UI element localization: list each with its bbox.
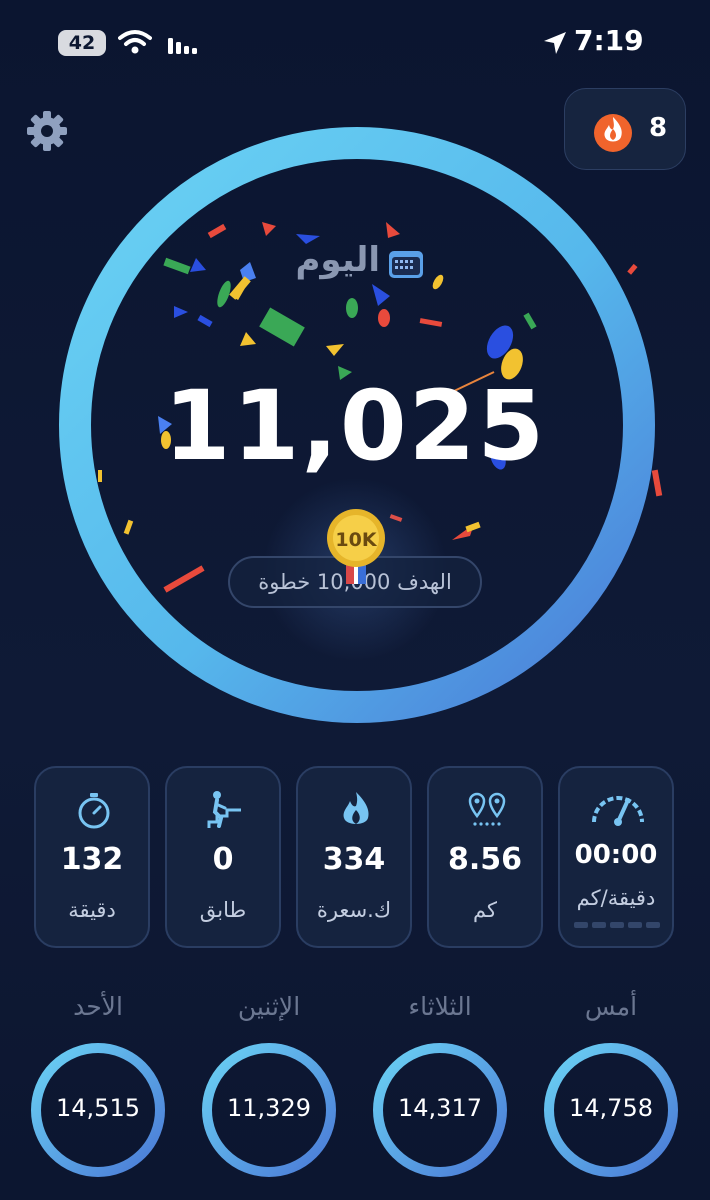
history-day-label: الإثنين <box>237 992 301 1021</box>
app-screen: 42 7:19 8 اليوم 11,025 الهدف خطوة 10K 13… <box>0 0 710 1200</box>
medal-label: 10K <box>335 529 377 551</box>
speedometer-icon <box>592 796 644 826</box>
stat-card-active-minutes[interactable]: 132 دقيقة <box>34 766 150 948</box>
stat-card-floors[interactable]: 0 طابق <box>165 766 281 948</box>
stairs-climber-icon <box>207 791 241 828</box>
history-day-label: أمس <box>584 992 638 1021</box>
stat-value: 132 <box>60 842 124 877</box>
cellular-signal-icon <box>168 38 197 54</box>
stat-unit: كم <box>473 898 497 922</box>
status-time: 7:19 <box>574 24 644 57</box>
battery-indicator: 42 <box>58 30 106 56</box>
stat-card-calories[interactable]: 334 ك.سعرة <box>296 766 412 948</box>
stat-unit: ك.سعرة <box>316 898 392 922</box>
stat-value: 8.56 <box>447 842 523 877</box>
goal-medal-icon: 10K <box>327 509 385 584</box>
pace-history-bars <box>574 922 660 928</box>
stat-unit: دقيقة/كم <box>576 886 656 910</box>
flame-icon <box>343 792 369 824</box>
location-arrow-icon <box>544 32 566 54</box>
stat-value: 0 <box>212 842 234 877</box>
today-label: اليوم <box>295 240 380 280</box>
stopwatch-icon <box>78 793 110 829</box>
history-steps: 14,758 <box>569 1094 653 1122</box>
stat-value: 334 <box>322 842 386 877</box>
history-steps: 14,317 <box>398 1094 482 1122</box>
stat-card-pace[interactable]: 00:00 دقيقة/كم <box>558 766 674 948</box>
history-steps: 14,515 <box>56 1094 140 1122</box>
route-pins-icon <box>468 792 506 826</box>
stat-unit: دقيقة <box>68 898 116 922</box>
stat-unit: طابق <box>199 898 247 922</box>
history-day-label: الأحد <box>73 992 123 1021</box>
stat-value: 00:00 <box>574 840 658 870</box>
history-day-label: الثلاثاء <box>408 992 472 1021</box>
stat-card-distance[interactable]: 8.56 كم <box>427 766 543 948</box>
wifi-icon <box>118 30 152 54</box>
history-steps: 11,329 <box>227 1094 311 1122</box>
today-step-count: 11,025 <box>163 370 547 482</box>
calendar-icon[interactable] <box>388 248 424 280</box>
status-bar: 42 7:19 <box>0 0 710 80</box>
